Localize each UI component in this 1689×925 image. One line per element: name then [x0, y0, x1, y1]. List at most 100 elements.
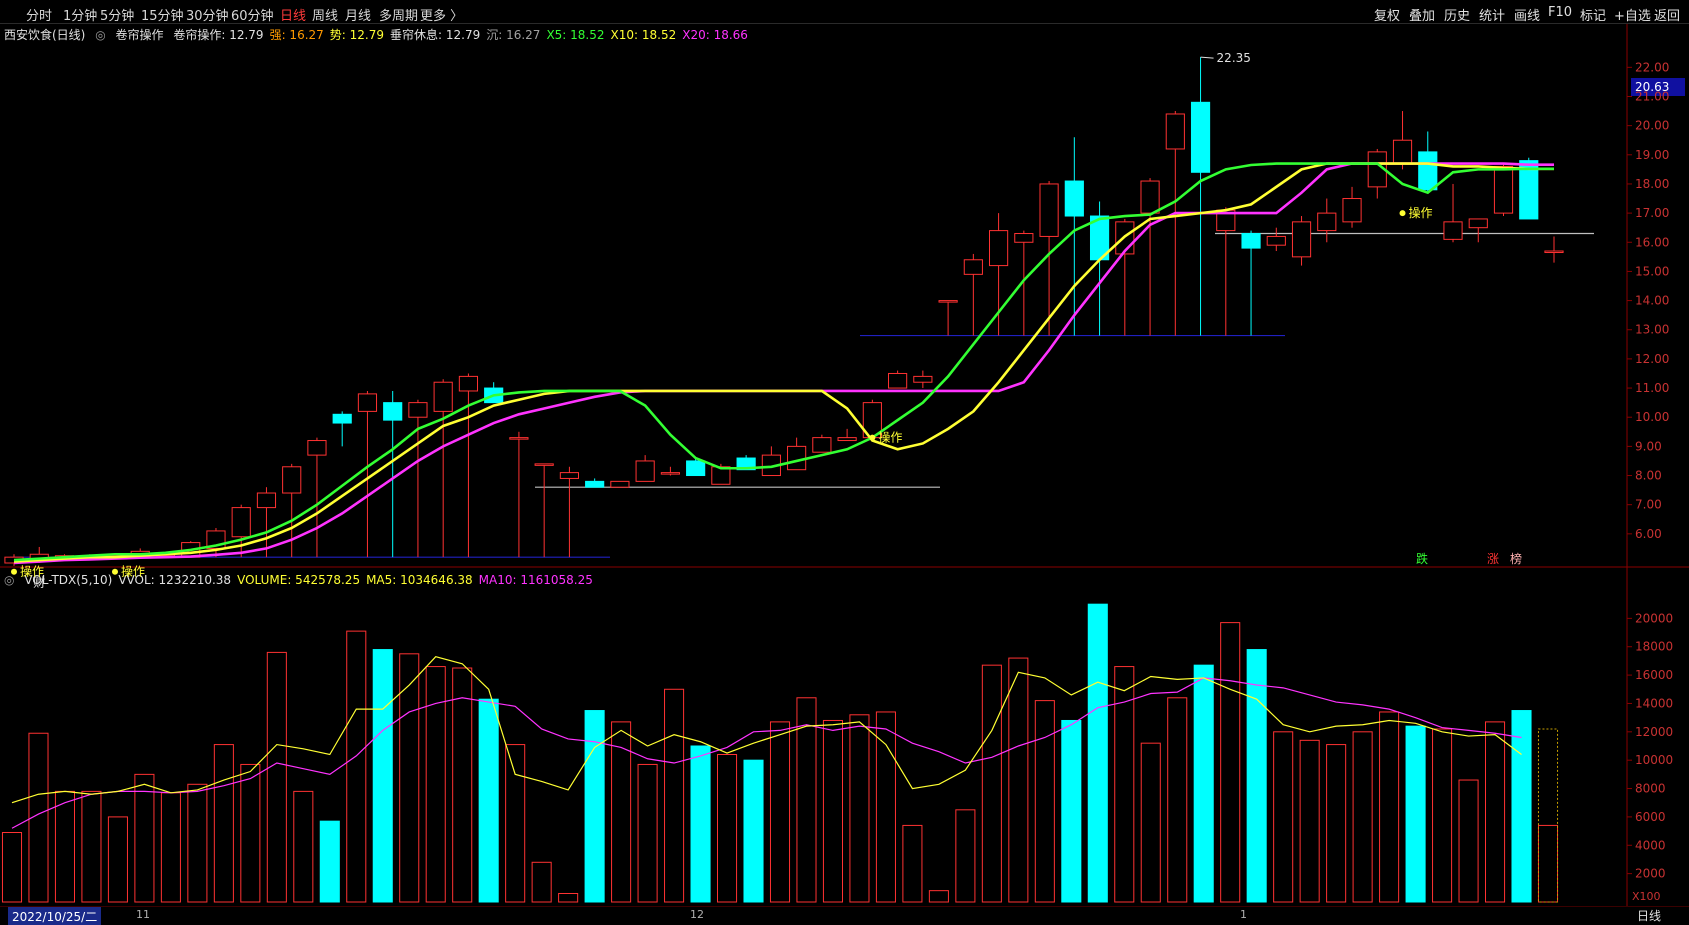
candle-body	[307, 440, 327, 456]
candle-body	[1443, 221, 1463, 240]
volume-bar	[1246, 649, 1267, 903]
volume-bar	[81, 790, 102, 903]
candle-body	[408, 402, 428, 418]
candle-body	[1039, 183, 1059, 237]
volume-bar	[213, 744, 234, 903]
candle-body	[585, 480, 605, 488]
candle-body	[963, 259, 983, 275]
volume-bar	[1061, 719, 1082, 903]
volume-bar	[1326, 744, 1347, 903]
volume-tick-label: 10000	[1635, 753, 1673, 767]
candle-body	[610, 480, 630, 488]
candle-body	[282, 466, 302, 494]
price-tick-label: 20.00	[1635, 119, 1669, 133]
op-marker-dot	[869, 434, 876, 441]
op-marker-dot	[11, 568, 17, 575]
candle-body	[1317, 212, 1337, 232]
volume-bar	[107, 816, 128, 903]
volume-bar	[611, 721, 632, 903]
price-tick-label: 14.00	[1635, 294, 1669, 308]
volume-bar	[875, 711, 896, 903]
volume-bar	[849, 714, 870, 903]
volume-bar	[1352, 731, 1373, 903]
volume-bar	[902, 824, 923, 903]
volume-bar	[478, 698, 499, 903]
candle-body	[660, 472, 680, 475]
candle-body	[888, 372, 908, 389]
volume-bar	[266, 651, 287, 903]
volume-tick-label: 6000	[1635, 810, 1666, 824]
volume-bar	[981, 664, 1002, 903]
op-marker-dot	[1399, 210, 1406, 217]
volume-bar	[1273, 731, 1294, 903]
candle-body	[332, 413, 352, 424]
volume-bar	[531, 861, 552, 903]
ma5-line	[11, 655, 1522, 804]
event-tag-2: 榜	[1510, 551, 1522, 566]
candle-body	[231, 507, 251, 538]
volume-tick-label: 18000	[1635, 640, 1673, 654]
date-cursor-label: 2022/10/25/二	[8, 907, 102, 925]
volume-bar	[1140, 742, 1161, 903]
price-tick-label: 19.00	[1635, 148, 1669, 162]
candle-body	[458, 375, 479, 392]
volume-bar	[1485, 721, 1506, 903]
ma10-line	[11, 677, 1522, 829]
volume-tick-label: 16000	[1635, 668, 1673, 682]
volume-bar	[319, 820, 340, 903]
candle-body	[1140, 180, 1160, 214]
op-marker-label: 操作	[121, 564, 145, 579]
candle-body	[1418, 151, 1438, 191]
volume-bar	[1379, 711, 1400, 903]
volume-bar	[743, 759, 764, 903]
volume-bar	[1405, 725, 1426, 903]
volume-bar	[187, 783, 208, 903]
price-tick-label: 15.00	[1635, 264, 1669, 278]
period-label[interactable]: 日线	[1637, 907, 1661, 924]
volume-bar	[240, 763, 261, 903]
volume-bar	[1167, 697, 1188, 903]
candle-body	[1392, 139, 1413, 165]
candle-body	[256, 492, 277, 509]
price-tick-label: 21.00	[1635, 89, 1669, 103]
volume-bar	[1008, 657, 1029, 903]
candle-body	[357, 393, 378, 412]
price-tick-label: 22.00	[1635, 60, 1669, 74]
candle-body	[1493, 165, 1514, 214]
volume-bar	[1220, 622, 1241, 903]
high-price-label: 22.35	[1217, 51, 1251, 65]
candle-body	[1165, 113, 1185, 150]
candle-body	[559, 472, 579, 479]
candle-body	[787, 445, 807, 471]
volume-bar	[822, 719, 843, 903]
candle-body	[1241, 233, 1261, 249]
volume-bar	[1511, 710, 1532, 903]
volume-bar	[1458, 779, 1479, 903]
candle-body	[812, 437, 832, 453]
candle-body	[938, 300, 958, 303]
candle-body	[635, 460, 655, 482]
volume-bar	[690, 745, 711, 903]
candle-body	[686, 460, 706, 477]
price-tick-label: 9.00	[1635, 439, 1662, 453]
date-axis-bar	[0, 906, 1689, 925]
price-tick-label: 13.00	[1635, 323, 1669, 337]
volume-tick-label: 14000	[1635, 696, 1673, 710]
price-tick-label: 12.00	[1635, 352, 1669, 366]
price-tick-label: 16.00	[1635, 235, 1669, 249]
volume-bar	[505, 744, 526, 903]
volume-bar	[769, 721, 791, 903]
volume-bar	[717, 754, 738, 903]
op-marker-label: 操作	[878, 430, 902, 445]
high-price-pointer	[1200, 56, 1214, 59]
candle-body	[913, 375, 933, 383]
candle-body	[1190, 101, 1211, 173]
candle-body	[1014, 233, 1034, 243]
volume-bar	[637, 763, 658, 903]
volume-bar	[955, 809, 976, 903]
volume-bar	[372, 649, 393, 903]
price-tick-label: 10.00	[1635, 410, 1669, 424]
volume-forecast-box	[1537, 728, 1559, 903]
volume-bar	[1034, 700, 1055, 903]
candle-body	[837, 437, 857, 442]
